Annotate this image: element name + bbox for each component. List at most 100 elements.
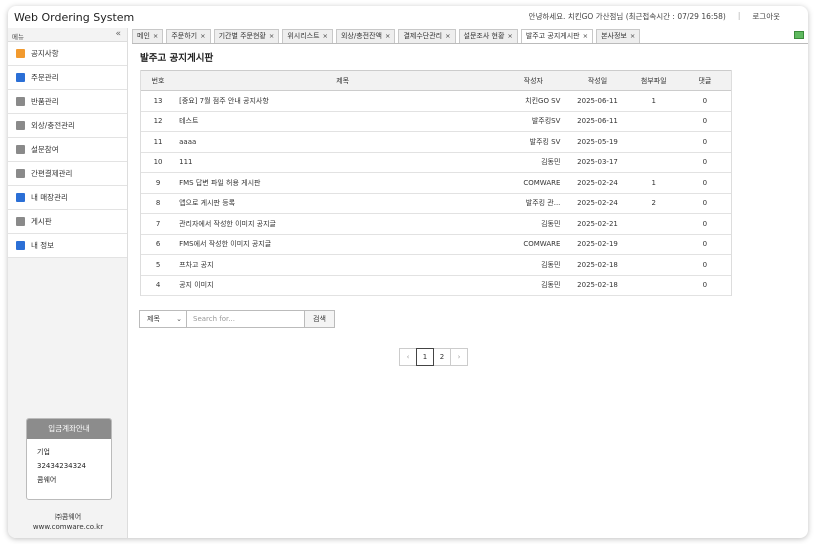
tab[interactable]: 주문하기 × xyxy=(166,29,211,43)
tab-label: 기간별 주문현황 xyxy=(218,32,266,40)
cell-files xyxy=(628,254,679,276)
close-icon[interactable]: × xyxy=(583,32,588,40)
cell-title[interactable]: 관리자에서 작성한 이미지 공지글 xyxy=(175,213,507,235)
cell-files xyxy=(628,111,679,132)
cell-no: 6 xyxy=(141,234,176,255)
cell-no: 4 xyxy=(141,275,176,296)
logout-link[interactable]: 로그아웃 xyxy=(752,11,780,22)
sidebar-title: 메뉴 xyxy=(12,33,24,41)
next-page-button[interactable]: › xyxy=(450,348,468,366)
company-website[interactable]: www.comware.co.kr xyxy=(8,522,128,532)
close-icon[interactable]: × xyxy=(269,32,274,40)
close-icon[interactable]: × xyxy=(385,32,390,40)
page-button-1[interactable]: 1 xyxy=(416,348,434,366)
table-body: 13 [중요] 7월 점주 안내 공지사항 치킨GO SV 2025-06-11 1 0 1… xyxy=(141,90,731,296)
cell-files: 1 xyxy=(628,90,679,112)
cell-title[interactable]: 공지 이미지 xyxy=(175,275,507,296)
cell-title[interactable]: 앱으로 게시판 등록 xyxy=(175,193,507,214)
tab[interactable]: 외상/충전잔액 × xyxy=(335,29,396,43)
sidebar-item[interactable]: 외상/충전관리 xyxy=(8,114,127,138)
cell-date: 2025-02-24 xyxy=(566,193,629,214)
cell-files xyxy=(628,131,679,153)
close-icon[interactable]: × xyxy=(153,32,158,40)
cell-title[interactable]: [중요] 7월 점주 안내 공지사항 xyxy=(175,90,507,112)
window-icon[interactable] xyxy=(794,31,804,39)
search-field-select[interactable]: 제목 ⌄ xyxy=(139,310,187,328)
sidebar-item[interactable]: 간편결제관리 xyxy=(8,162,127,186)
cell-title[interactable]: 111 xyxy=(175,152,507,173)
cell-comments: 0 xyxy=(678,254,731,276)
cell-date: 2025-02-24 xyxy=(566,172,629,194)
page-button-2[interactable]: 2 xyxy=(433,348,451,366)
sidebar-item[interactable]: 설문참여 xyxy=(8,138,127,162)
close-icon[interactable]: × xyxy=(507,32,512,40)
cell-title[interactable]: FMS 답변 파일 허용 게시판 xyxy=(175,172,507,194)
cell-title[interactable]: 프차고 공지 xyxy=(175,254,507,276)
cell-writer: 발주킹SV xyxy=(506,111,567,132)
bank-box-title: 입금계좌안내 xyxy=(27,419,111,439)
app-window: Web Ordering System 안녕하세요. 치킨GO 가산점님 (최근… xyxy=(8,6,808,538)
tab[interactable]: 본사정보 × xyxy=(596,29,641,43)
table-row[interactable]: 12 테스트 발주킹SV 2025-06-11 0 xyxy=(141,111,731,132)
sidebar-item[interactable]: 내 매장관리 xyxy=(8,186,127,210)
tab[interactable]: 발주고 공지게시판 × xyxy=(520,29,594,43)
sidebar-item-label: 주문관리 xyxy=(31,73,59,82)
table-row[interactable]: 11 aaaa 발주킹 SV 2025-05-19 0 xyxy=(141,131,731,153)
sidebar-item[interactable]: 주문관리 xyxy=(8,66,127,90)
tab-label: 본사정보 xyxy=(601,32,627,40)
search-input[interactable] xyxy=(187,310,305,328)
pagination: ‹ 1 2 › xyxy=(399,348,468,366)
search-button[interactable]: 검색 xyxy=(305,310,335,328)
collapse-icon[interactable]: « xyxy=(115,29,121,39)
sidebar-item-label: 간편결제관리 xyxy=(31,169,73,178)
tab[interactable]: 결제수단관리 × xyxy=(398,29,456,43)
cell-files xyxy=(628,234,679,255)
menu-square-icon xyxy=(16,193,25,202)
close-icon[interactable]: × xyxy=(445,32,450,40)
table-row[interactable]: 8 앱으로 게시판 등록 발주킹 관... 2025-02-24 2 0 xyxy=(141,193,731,214)
board-table: 번호 제목 작성자 작성일 첨부파일 댓글 13 [중요] 7월 점주 안내 공지… xyxy=(141,70,731,296)
table-row[interactable]: 10 111 김동민 2025-03-17 0 xyxy=(141,152,731,173)
cell-title[interactable]: FMS에서 작성한 이미지 공지글 xyxy=(175,234,507,255)
col-header-files: 첨부파일 xyxy=(628,70,679,91)
table-row[interactable]: 13 [중요] 7월 점주 안내 공지사항 치킨GO SV 2025-06-11 1 0 xyxy=(141,90,731,112)
tab[interactable]: 기간별 주문현황 × xyxy=(213,29,280,43)
table-row[interactable]: 7 관리자에서 작성한 이미지 공지글 김동민 2025-02-21 0 xyxy=(141,213,731,235)
cell-no: 8 xyxy=(141,193,176,214)
cell-title[interactable]: aaaa xyxy=(175,131,507,153)
cell-writer: 치킨GO SV xyxy=(506,90,567,112)
tab[interactable]: 위시리스트 × xyxy=(282,29,333,43)
sidebar-item[interactable]: 내 정보 xyxy=(8,234,127,258)
sidebar-item-label: 내 매장관리 xyxy=(31,193,68,202)
close-icon[interactable]: × xyxy=(323,32,328,40)
tab-label: 결제수단관리 xyxy=(403,32,443,40)
tab-label: 주문하기 xyxy=(171,32,198,40)
col-header-no: 번호 xyxy=(141,70,176,91)
sidebar-item[interactable]: 반품관리 xyxy=(8,90,127,114)
sidebar-item-label: 공지사항 xyxy=(31,49,59,58)
cell-no: 5 xyxy=(141,254,176,276)
cell-title[interactable]: 테스트 xyxy=(175,111,507,132)
sidebar-item[interactable]: 게시판 xyxy=(8,210,127,234)
menu-square-icon xyxy=(16,145,25,154)
table-row[interactable]: 5 프차고 공지 김동민 2025-02-18 0 xyxy=(141,254,731,276)
tab-label: 위시리스트 xyxy=(287,32,320,40)
cell-files: 2 xyxy=(628,193,679,214)
bank-account-box: 입금계좌안내 기업 32434234324 콤웨어 xyxy=(26,418,112,500)
tab[interactable]: 메인 × xyxy=(132,29,164,43)
table-row[interactable]: 4 공지 이미지 김동민 2025-02-18 0 xyxy=(141,275,731,296)
table-row[interactable]: 9 FMS 답변 파일 허용 게시판 COMWARE 2025-02-24 1 0 xyxy=(141,172,731,194)
tab-label: 메인 xyxy=(137,32,150,40)
close-icon[interactable]: × xyxy=(200,32,205,40)
menu-square-icon xyxy=(16,73,25,82)
bank-name: 기업 xyxy=(37,448,50,456)
cell-no: 11 xyxy=(141,131,176,153)
table-row[interactable]: 6 FMS에서 작성한 이미지 공지글 COMWARE 2025-02-19 0 xyxy=(141,234,731,255)
tab[interactable]: 설문조사 현황 × xyxy=(458,29,518,43)
cell-date: 2025-05-19 xyxy=(566,131,629,153)
prev-page-button[interactable]: ‹ xyxy=(399,348,417,366)
sidebar-item[interactable]: 공지사항 xyxy=(8,42,127,66)
cell-no: 9 xyxy=(141,172,176,194)
cell-comments: 0 xyxy=(678,234,731,255)
close-icon[interactable]: × xyxy=(630,32,635,40)
